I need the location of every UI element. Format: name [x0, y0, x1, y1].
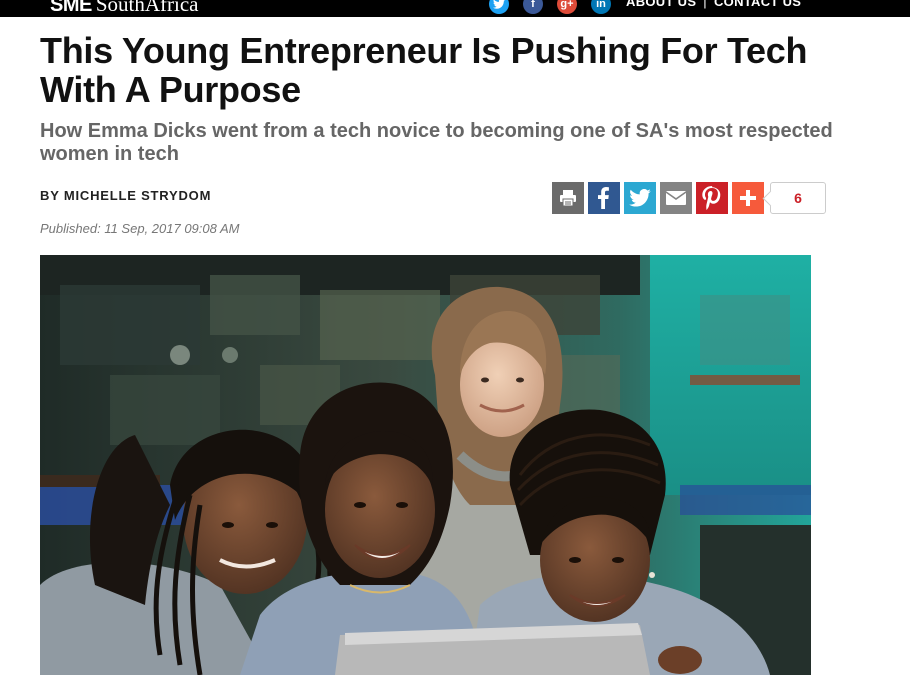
top-nav: ABOUT US | CONTACT US	[626, 0, 801, 9]
email-icon	[665, 191, 687, 205]
share-pinterest-button[interactable]	[696, 182, 728, 214]
twitter-icon[interactable]	[489, 0, 509, 14]
plus-icon	[740, 190, 756, 206]
linkedin-icon[interactable]: in	[591, 0, 611, 14]
article-byline: BY MICHELLE STRYDOM	[40, 188, 212, 203]
print-icon	[560, 190, 576, 207]
nav-contact-us[interactable]: CONTACT US	[714, 0, 801, 9]
nav-separator: |	[703, 0, 707, 9]
share-count-badge: 6	[770, 182, 826, 214]
print-button[interactable]	[552, 182, 584, 214]
article-subtitle: How Emma Dicks went from a tech novice t…	[40, 120, 833, 165]
site-logo[interactable]: SME SouthAfrica	[50, 0, 199, 16]
share-facebook-button[interactable]	[588, 182, 620, 214]
share-count: 6	[794, 190, 802, 206]
logo-sme: SME	[50, 0, 92, 16]
facebook-icon[interactable]: f	[523, 0, 543, 14]
hero-photo	[40, 255, 811, 675]
share-email-button[interactable]	[660, 182, 692, 214]
logo-region: SouthAfrica	[95, 0, 199, 16]
publish-date: Published: 11 Sep, 2017 09:08 AM	[40, 221, 240, 236]
article-title: This Young Entrepreneur Is Pushing For T…	[40, 30, 808, 110]
facebook-icon	[598, 187, 609, 209]
nav-about-us[interactable]: ABOUT US	[626, 0, 696, 9]
share-twitter-button[interactable]	[624, 182, 656, 214]
share-more-button[interactable]	[732, 182, 764, 214]
photo-four-women-looking-at-laptop-icon	[40, 255, 811, 675]
top-bar: SME SouthAfrica f g+ in ABOUT US | CONTA…	[0, 0, 910, 17]
google-plus-icon[interactable]: g+	[557, 0, 577, 14]
pinterest-icon	[702, 186, 721, 210]
twitter-icon	[629, 189, 651, 207]
